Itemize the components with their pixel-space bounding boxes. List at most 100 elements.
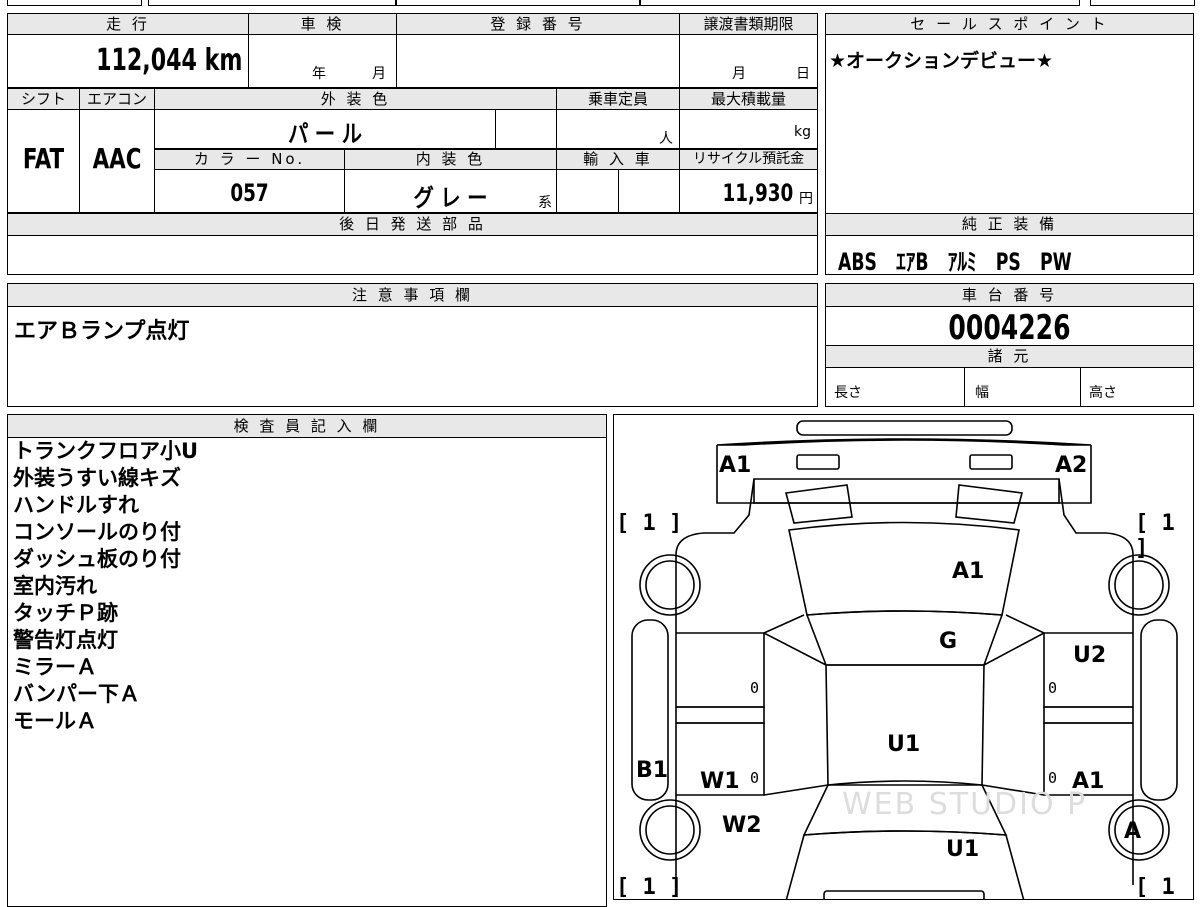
notes-block: 注 意 事 項 欄 エアＢランプ点灯 <box>7 283 818 407</box>
interior-color-header: 内 装 色 <box>344 149 557 170</box>
recycle-header: リサイクル預託金 <box>679 149 818 170</box>
transfer-month: 月 <box>732 66 746 82</box>
genuine-equipment-cell: ABS ｴｱB ｱﾙﾐ PS PW <box>825 235 1194 276</box>
mark-u1-hood: U1 <box>946 837 980 862</box>
transfer-cell: 月 日 <box>679 34 818 88</box>
exterior-color-value: パ ー ル <box>288 120 362 148</box>
spec-header: 諸 元 <box>825 345 1194 368</box>
spec-height-label: 高さ <box>1089 385 1117 401</box>
spec-length-label: 長さ <box>834 385 862 401</box>
shift-header: シフト <box>7 88 80 110</box>
inspector-line: モールＡ <box>13 709 97 733</box>
chassis-header: 車 台 番 号 <box>825 283 1194 307</box>
bracket-top-left-value: 1 <box>642 511 656 536</box>
import-header: 輸 入 車 <box>556 149 680 170</box>
capacity-cell: 人 <box>556 109 680 149</box>
exterior-color-cell: パ ー ル <box>154 109 496 149</box>
bracket-top-right: [ 1 ] <box>1135 511 1175 561</box>
exterior-color-header: 外 装 色 <box>154 88 557 110</box>
inspector-line: 室内汚れ <box>13 574 97 598</box>
inspector-line: 警告灯点灯 <box>13 628 118 652</box>
inspection-month: 月 <box>372 66 386 82</box>
recycle-unit: 円 <box>799 191 813 207</box>
mileage-header: 走 行 <box>7 13 249 35</box>
exterior-color-extra <box>495 109 557 149</box>
shift-cell: FAT <box>7 109 80 213</box>
inspector-line: バンパー下Ａ <box>13 682 141 706</box>
bracket-bottom-right-value: 1 <box>1161 875 1175 900</box>
notes-text: エアＢランプ点灯 <box>14 319 190 344</box>
genuine-equipment-header: 純 正 装 備 <box>825 213 1194 236</box>
bracket-bottom-left: [ 1 ] <box>616 875 683 900</box>
chassis-block: 車 台 番 号 0004226 諸 元 長さ 幅 高さ <box>825 283 1194 407</box>
sales-point-cell: ★オークションデビュー★ <box>825 34 1194 214</box>
max-load-header: 最大積載量 <box>679 88 818 110</box>
damage-diagram: WEB STUDIO P A1 A2 A1 G U2 U1 B1 W1 A1 W… <box>613 414 1194 900</box>
transfer-deadline-header: 譲渡書類期限 <box>679 13 818 35</box>
mark-a1-trunk: A1 <box>952 559 985 584</box>
inspection-year: 年 <box>312 66 326 82</box>
inspector-line: コンソールのり付 <box>13 520 181 544</box>
inspector-header: 検 査 員 記 入 欄 <box>7 414 607 438</box>
notes-header: 注 意 事 項 欄 <box>7 283 818 307</box>
import-cell-a <box>556 169 619 213</box>
inspector-line: 外装うすい線キズ <box>13 466 181 490</box>
mark-w1-left: W1 <box>700 769 740 794</box>
max-load-unit: kg <box>794 124 811 140</box>
import-cell-b <box>618 169 680 213</box>
mark-a2-rear-right: A2 <box>1055 453 1088 478</box>
later-parts-header: 後 日 発 送 部 品 <box>7 213 818 236</box>
inspector-block: 検 査 員 記 入 欄 トランクフロア小U 外装うすい線キズ ハンドルすれ コン… <box>7 414 607 907</box>
zero-right-lower: 0 <box>1048 769 1058 787</box>
interior-color-value: グ レ ー <box>413 184 488 212</box>
top-strip <box>0 0 1200 8</box>
inspection-cell: 年 月 <box>248 34 397 88</box>
interior-color-suffix: 系 <box>538 195 552 211</box>
later-parts-cell <box>7 235 818 275</box>
spec-height-cell: 高さ <box>1080 367 1194 407</box>
spec-width-cell: 幅 <box>964 367 1081 407</box>
bracket-bottom-left-value: 1 <box>642 875 656 900</box>
color-no-value: 057 <box>230 179 269 207</box>
inspector-line: ハンドルすれ <box>13 493 139 517</box>
ac-value: AAC <box>92 142 142 175</box>
mark-g-rear-glass: G <box>939 629 958 654</box>
zero-right-upper: 0 <box>1048 679 1058 697</box>
spec-length-cell: 長さ <box>825 367 965 407</box>
notes-cell: エアＢランプ点灯 <box>7 306 818 407</box>
registration-header: 登 録 番 号 <box>396 13 680 35</box>
bracket-top-right-value: 1 <box>1161 511 1175 536</box>
inspector-list: トランクフロア小U 外装うすい線キズ ハンドルすれ コンソールのり付 ダッシュ板… <box>7 437 607 907</box>
color-no-cell: 057 <box>154 169 345 213</box>
ac-cell: AAC <box>79 109 155 213</box>
mileage-cell: 112,044 km <box>7 34 249 88</box>
car-outline-diagram <box>631 420 1178 899</box>
capacity-unit: 人 <box>659 131 673 147</box>
mark-a1-rear-left: A1 <box>719 453 752 478</box>
registration-cell <box>396 34 680 88</box>
inspector-line: ダッシュ板のり付 <box>13 547 181 571</box>
recycle-value: 11,930 <box>722 179 793 207</box>
color-no-header: カ ラ ー No. <box>154 149 345 170</box>
zero-left-upper: 0 <box>750 679 760 697</box>
shift-value: FAT <box>22 142 65 175</box>
ac-header: エアコン <box>79 88 155 110</box>
transfer-day: 日 <box>796 66 810 82</box>
vehicle-info-block: 走 行 車 検 登 録 番 号 譲渡書類期限 112,044 km 年 月 月 … <box>7 13 818 275</box>
sales-point-header: セ ー ル ス ポ イ ン ト <box>825 13 1194 35</box>
interior-color-cell: グ レ ー 系 <box>344 169 557 213</box>
recycle-cell: 11,930 円 <box>679 169 818 213</box>
mileage-value: 112,044 km <box>95 43 242 78</box>
sales-point-text: ★オークションデビュー★ <box>829 50 1054 72</box>
zero-left-lower: 0 <box>750 769 760 787</box>
max-load-cell: kg <box>679 109 818 149</box>
mark-u2-right: U2 <box>1073 643 1107 668</box>
genuine-equipment-text: ABS ｴｱB ｱﾙﾐ PS PW <box>838 248 1072 276</box>
inspector-line: タッチＰ跡 <box>13 601 118 625</box>
diagram-watermark: WEB STUDIO P <box>842 787 1088 822</box>
chassis-number: 0004226 <box>948 308 1071 348</box>
inspector-line: トランクフロア小U <box>13 439 199 463</box>
mark-w2-left: W2 <box>722 813 762 838</box>
inspection-header: 車 検 <box>248 13 397 35</box>
chassis-cell: 0004226 <box>825 306 1194 348</box>
